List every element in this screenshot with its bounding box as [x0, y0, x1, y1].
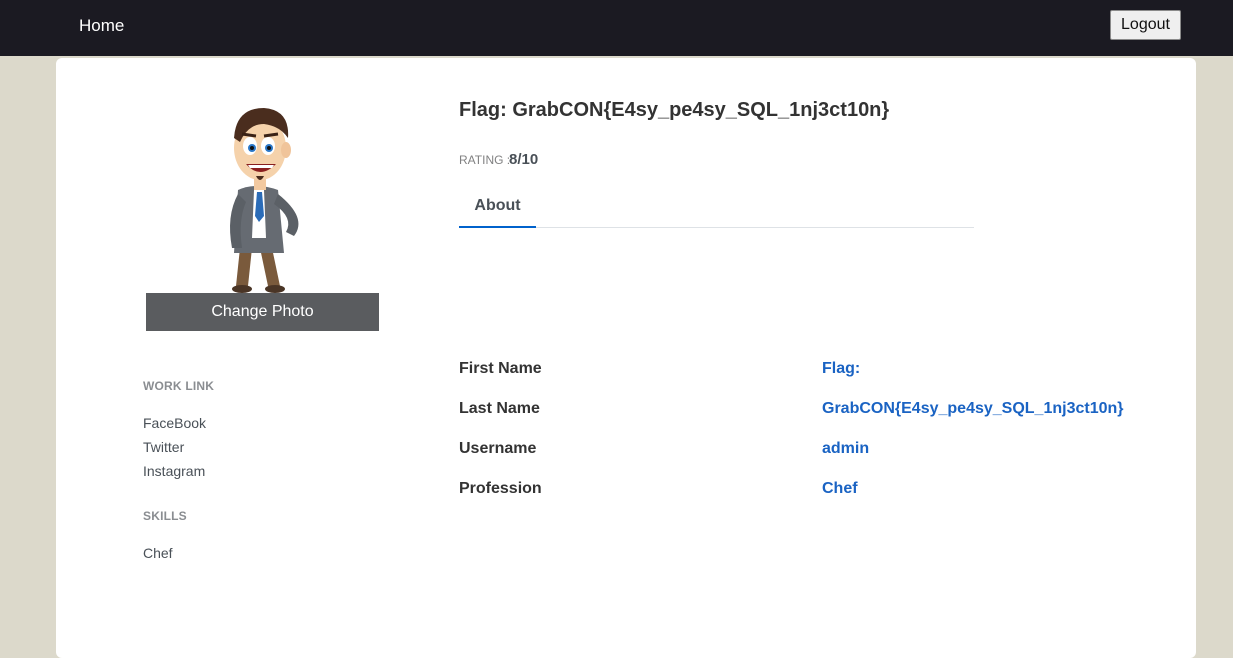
first-name-value: Flag: — [822, 360, 861, 377]
work-link-facebook[interactable]: FaceBook — [143, 415, 206, 431]
work-link-twitter[interactable]: Twitter — [143, 439, 184, 455]
profession-label: Profession — [459, 480, 542, 497]
top-navbar: Home Logout — [0, 0, 1233, 56]
tabs-divider — [459, 227, 974, 228]
last-name-label: Last Name — [459, 400, 540, 417]
rating-value: 8/10 — [509, 151, 539, 168]
last-name-value: GrabCON{E4sy_pe4sy_SQL_1nj3ct10n} — [822, 400, 1124, 417]
change-photo-button[interactable]: Change Photo — [146, 293, 379, 331]
nav-home-link[interactable]: Home — [79, 16, 124, 36]
skill-item: Chef — [143, 545, 173, 561]
logout-button[interactable]: Logout — [1110, 10, 1181, 40]
profession-value: Chef — [822, 480, 858, 497]
profile-avatar — [230, 108, 299, 293]
work-link-instagram[interactable]: Instagram — [143, 463, 205, 479]
username-value: admin — [822, 440, 870, 457]
work-link-heading: WORK LINK — [143, 379, 215, 393]
profile-title: Flag: GrabCON{E4sy_pe4sy_SQL_1nj3ct10n} — [459, 99, 890, 121]
tab-about[interactable]: About — [459, 188, 536, 228]
rating-label: RATING : — [459, 153, 511, 167]
skills-heading: SKILLS — [143, 509, 187, 523]
first-name-label: First Name — [459, 360, 542, 377]
username-label: Username — [459, 440, 537, 457]
